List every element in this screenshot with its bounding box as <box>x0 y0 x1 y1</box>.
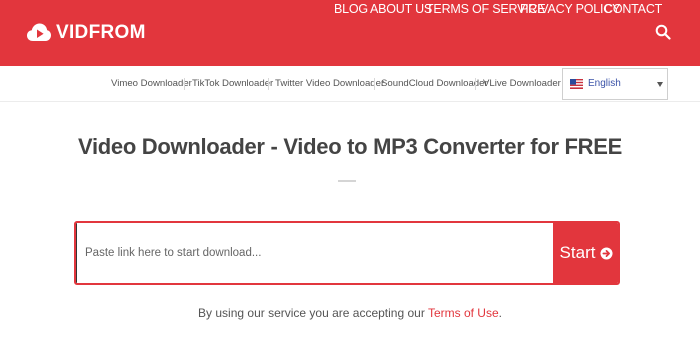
subnav-twitter-video-downloader[interactable]: Twitter Video Downloader <box>275 78 384 90</box>
start-button-label: Start <box>559 243 596 262</box>
language-select[interactable]: English <box>562 68 668 100</box>
title-divider <box>338 180 356 182</box>
terms-of-use-link[interactable]: Terms of Use <box>428 306 499 320</box>
subnav-divider <box>268 78 269 90</box>
url-input[interactable] <box>76 223 553 283</box>
terms-prefix: By using our service you are accepting o… <box>198 306 428 320</box>
download-form: Start <box>74 221 620 285</box>
us-flag-icon <box>570 79 583 89</box>
arrow-circle-right-icon <box>600 246 613 260</box>
site-header: VIDFROM BLOG ABOUT US TERMS OF SERVICE P… <box>0 0 700 66</box>
subnav-divider <box>184 78 185 90</box>
subnav-divider <box>374 78 375 90</box>
terms-suffix: . <box>498 306 502 320</box>
search-icon[interactable] <box>655 24 671 40</box>
brand-name: VIDFROM <box>56 22 146 43</box>
nav-blog[interactable]: BLOG <box>334 0 368 18</box>
subnav-divider <box>475 78 476 90</box>
page-title: Video Downloader - Video to MP3 Converte… <box>77 134 623 159</box>
nav-about-us[interactable]: ABOUT US <box>370 0 432 18</box>
cloud-play-icon <box>27 23 51 41</box>
logo[interactable]: VIDFROM <box>26 20 146 46</box>
subnav-soundcloud-downloader[interactable]: SoundCloud Downloader <box>381 78 488 90</box>
start-button[interactable]: Start <box>553 223 618 283</box>
subnav-tiktok-downloader[interactable]: TikTok Downloader <box>192 78 273 90</box>
language-value: English <box>588 78 621 89</box>
subnav-vimeo-downloader[interactable]: Vimeo Downloader <box>111 78 192 90</box>
terms-notice: By using our service you are accepting o… <box>0 306 700 320</box>
subnav-vlive-downloader[interactable]: VLive Downloader <box>483 78 561 90</box>
nav-contact[interactable]: CONTACT <box>604 0 662 18</box>
chevron-down-icon <box>657 82 663 87</box>
